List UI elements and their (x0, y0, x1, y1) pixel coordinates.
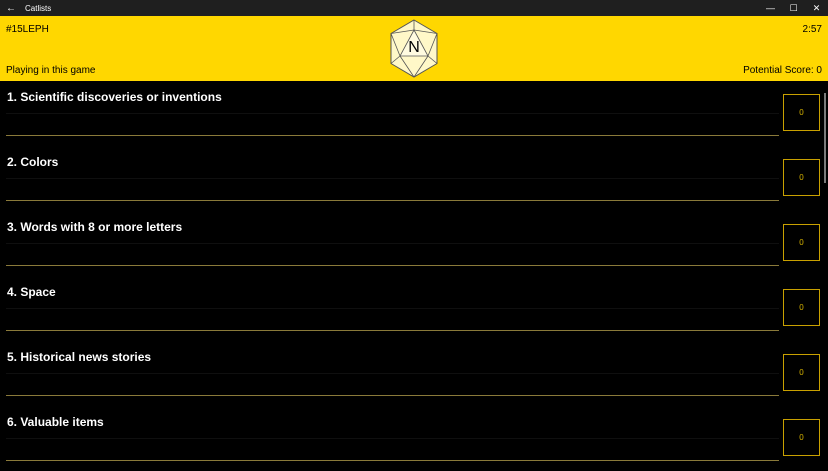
score-box: 0 (783, 159, 820, 196)
answer-input[interactable] (6, 308, 779, 331)
back-arrow-icon[interactable]: ← (2, 0, 20, 16)
minimize-icon[interactable]: — (759, 0, 782, 16)
window-controls: — ☐ ✕ (759, 0, 828, 16)
score-box: 0 (783, 94, 820, 131)
category-label: 4. Space (7, 285, 56, 299)
category-list: 1. Scientific discoveries or inventions … (0, 81, 828, 466)
category-label: 2. Colors (7, 155, 59, 169)
answer-input[interactable] (6, 438, 779, 461)
answer-input[interactable] (6, 113, 779, 136)
category-row: 6. Valuable items 0 (0, 406, 828, 471)
window-title: Catlists (25, 3, 52, 13)
countdown-timer: 2:57 (802, 24, 822, 35)
close-icon[interactable]: ✕ (805, 0, 828, 16)
players-link[interactable]: Playing in this game (6, 65, 96, 76)
title-bar: ← Catlists — ☐ ✕ (0, 0, 828, 16)
category-row: 4. Space 0 (0, 276, 828, 341)
answer-input[interactable] (6, 243, 779, 266)
game-id: #15LEPH (6, 24, 49, 35)
answer-input[interactable] (6, 178, 779, 201)
answer-input[interactable] (6, 373, 779, 396)
game-header: #15LEPH 2:57 Playing in this game Potent… (0, 16, 828, 81)
letter-die: N (389, 19, 439, 78)
category-label: 3. Words with 8 or more letters (7, 220, 183, 234)
die-letter: N (408, 39, 420, 56)
score-box: 0 (783, 419, 820, 456)
category-label: 6. Valuable items (7, 415, 104, 429)
category-label: 1. Scientific discoveries or inventions (7, 90, 222, 104)
category-row: 1. Scientific discoveries or inventions … (0, 81, 828, 146)
category-row: 3. Words with 8 or more letters 0 (0, 211, 828, 276)
category-label: 5. Historical news stories (7, 350, 152, 364)
score-box: 0 (783, 354, 820, 391)
category-row: 5. Historical news stories 0 (0, 341, 828, 406)
maximize-icon[interactable]: ☐ (782, 0, 805, 16)
vertical-scrollbar[interactable] (824, 93, 826, 183)
category-row: 2. Colors 0 (0, 146, 828, 211)
score-box: 0 (783, 289, 820, 326)
score-box: 0 (783, 224, 820, 261)
potential-score: Potential Score: 0 (743, 65, 822, 76)
